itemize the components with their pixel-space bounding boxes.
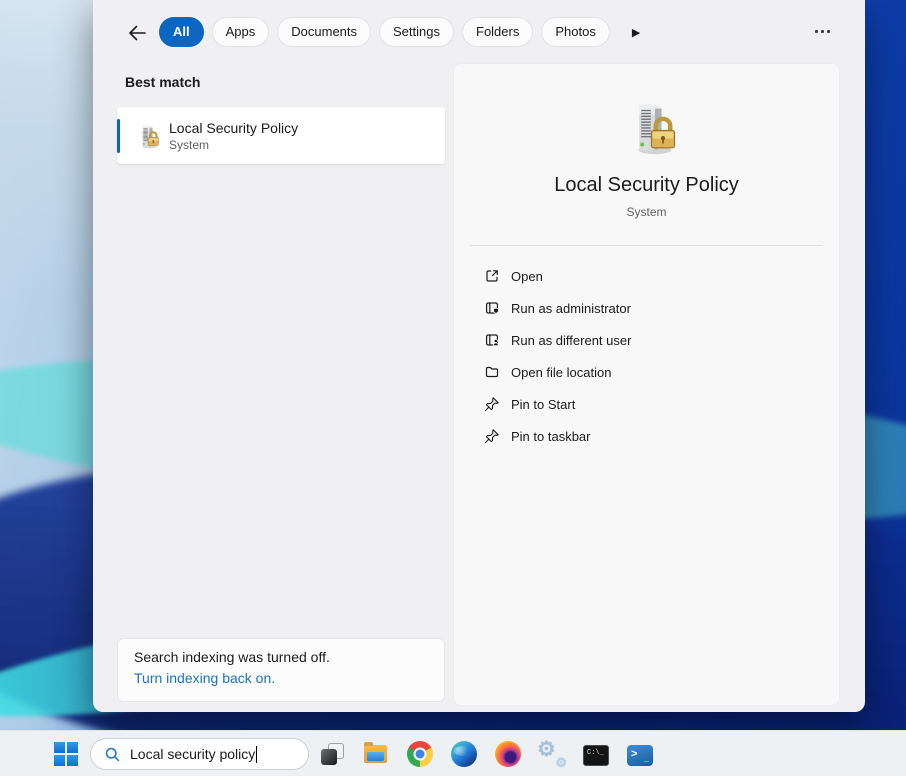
ellipsis-icon	[821, 30, 824, 33]
command-prompt-button[interactable]: C:\_	[583, 745, 609, 766]
action-label: Pin to Start	[511, 397, 575, 412]
powershell-button[interactable]: > _	[627, 745, 653, 766]
powershell-icon: _	[644, 753, 649, 763]
search-query-text: Local security policy	[130, 746, 255, 762]
action-label: Run as different user	[511, 333, 631, 348]
gear-icon: ⚙	[537, 737, 556, 762]
folder-icon	[484, 364, 500, 380]
action-list: Open Run as administrator	[454, 260, 839, 452]
action-label: Run as administrator	[511, 301, 631, 316]
tab-apps[interactable]: Apps	[212, 17, 270, 47]
action-open[interactable]: Open	[454, 260, 839, 292]
task-view-button[interactable]	[319, 741, 345, 767]
action-run-as-different-user[interactable]: Run as different user	[454, 324, 839, 356]
windows-logo-icon	[54, 742, 65, 753]
result-title: Local Security Policy	[169, 120, 298, 136]
search-filter-tabs: All Apps Documents Settings Folders Phot…	[159, 17, 640, 47]
open-external-icon	[484, 268, 500, 284]
pin-icon	[484, 428, 500, 444]
pin-icon	[484, 396, 500, 412]
run-as-administrator-icon	[484, 300, 500, 316]
firefox-button[interactable]	[495, 741, 521, 767]
result-subtitle: System	[169, 138, 298, 152]
action-pin-to-taskbar[interactable]: Pin to taskbar	[454, 420, 839, 452]
preview-subtitle: System	[626, 205, 666, 219]
windows-logo-icon	[54, 755, 65, 766]
run-as-different-user-icon	[484, 332, 500, 348]
action-open-file-location[interactable]: Open file location	[454, 356, 839, 388]
search-icon	[104, 746, 121, 763]
tab-settings[interactable]: Settings	[379, 17, 454, 47]
preview-card: Local Security Policy System Open	[453, 63, 840, 706]
file-explorer-button[interactable]	[363, 741, 389, 767]
ellipsis-icon	[815, 30, 818, 33]
tab-documents[interactable]: Documents	[277, 17, 371, 47]
indexing-link[interactable]: Turn indexing back on.	[134, 670, 428, 686]
preview-title: Local Security Policy	[554, 174, 739, 197]
search-flyout-panel: All Apps Documents Settings Folders Phot…	[93, 0, 865, 712]
action-label: Open file location	[511, 365, 611, 380]
tab-folders[interactable]: Folders	[462, 17, 533, 47]
start-button[interactable]	[54, 742, 78, 766]
edge-button[interactable]	[451, 741, 477, 767]
taskbar: Local security policy ⚙ ⚙ C:\_ > _	[0, 730, 906, 776]
taskbar-app-icons: ⚙ ⚙ C:\_ > _	[319, 731, 653, 776]
task-view-icon	[321, 749, 337, 765]
tabs-overflow-arrow-icon[interactable]: ▶	[632, 26, 640, 39]
security-policy-icon	[132, 122, 160, 150]
tab-all[interactable]: All	[159, 17, 204, 47]
action-label: Open	[511, 269, 543, 284]
ellipsis-icon	[827, 30, 830, 33]
best-match-result[interactable]: Local Security Policy System	[117, 107, 445, 164]
gear-icon: ⚙	[555, 755, 567, 771]
indexing-message: Search indexing was turned off.	[134, 649, 428, 665]
tab-photos[interactable]: Photos	[541, 17, 609, 47]
more-options-button[interactable]	[815, 30, 830, 33]
section-heading: Best match	[125, 74, 200, 90]
chrome-button[interactable]	[407, 741, 433, 767]
action-label: Pin to taskbar	[511, 429, 591, 444]
file-explorer-icon	[367, 752, 384, 761]
system-config-button[interactable]: ⚙ ⚙	[539, 741, 565, 767]
arrow-left-icon	[127, 24, 147, 42]
taskbar-search-input[interactable]: Local security policy	[90, 738, 309, 770]
result-text: Local Security Policy System	[169, 120, 298, 152]
powershell-icon: >	[631, 748, 637, 760]
command-prompt-icon: C:\_	[587, 749, 604, 757]
selection-accent-bar	[117, 119, 120, 153]
indexing-notice: Search indexing was turned off. Turn ind…	[117, 638, 445, 702]
windows-logo-icon	[67, 742, 78, 753]
back-button[interactable]	[127, 24, 147, 42]
security-policy-icon	[616, 96, 678, 158]
text-cursor	[256, 746, 257, 763]
divider	[470, 245, 823, 246]
action-pin-to-start[interactable]: Pin to Start	[454, 388, 839, 420]
action-run-as-administrator[interactable]: Run as administrator	[454, 292, 839, 324]
windows-logo-icon	[67, 755, 78, 766]
